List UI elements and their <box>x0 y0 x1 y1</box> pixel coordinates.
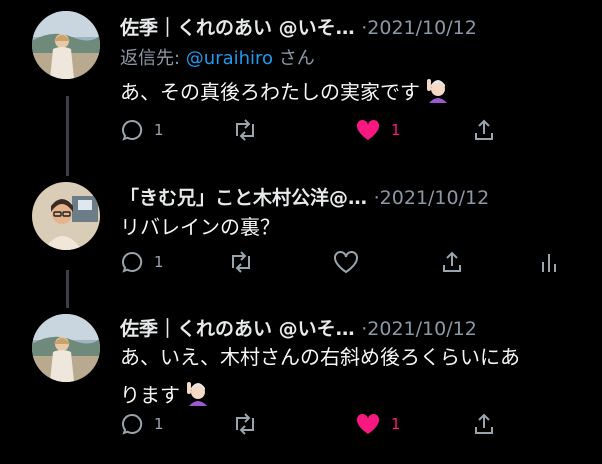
tweet-3[interactable]: 佐季｜くれのあい @いそ… ·2021/10/12 あ、いえ、木村さんの右斜め後… <box>0 300 602 464</box>
tweet-actions: 1 <box>120 250 580 280</box>
tweet-text-line: あ、いえ、木村さんの右斜め後ろくらいにあ <box>120 345 520 369</box>
tweet-date[interactable]: ·2021/10/12 <box>361 318 477 340</box>
reply-icon <box>121 251 143 273</box>
reply-count: 1 <box>154 253 164 271</box>
retweet-button[interactable] <box>232 412 258 436</box>
tweet-2[interactable]: 「きむ兄」こと木村公洋@… ·2021/10/12 リバレインの裏？ 1 <box>0 170 602 300</box>
display-name[interactable]: 佐季｜くれのあい @いそ… <box>120 17 355 39</box>
tweet-text-content: あ、その真後ろわたしの実家です <box>120 80 420 104</box>
reply-mention-link[interactable]: @uraihiro <box>186 48 273 69</box>
reply-to-suffix: さん <box>273 48 315 69</box>
tweet-text: リバレインの裏？ <box>120 208 580 246</box>
tweet-header: 「きむ兄」こと木村公洋@… ·2021/10/12 <box>120 183 489 210</box>
analytics-icon <box>542 254 556 272</box>
display-name[interactable]: 佐季｜くれのあい @いそ… <box>120 318 355 340</box>
tweet-text-content: リバレインの裏？ <box>120 215 280 239</box>
reply-count: 1 <box>154 121 164 139</box>
reply-button[interactable]: 1 <box>120 118 164 142</box>
tweet-header: 佐季｜くれのあい @いそ… ·2021/10/12 <box>120 13 477 40</box>
avatar[interactable] <box>32 182 100 250</box>
person-raising-hand-emoji-icon <box>424 77 450 103</box>
retweet-icon <box>236 119 254 141</box>
share-button[interactable] <box>440 250 464 274</box>
like-count: 1 <box>391 121 401 139</box>
tweet-date[interactable]: ·2021/10/12 <box>374 187 490 209</box>
like-button[interactable] <box>333 250 359 274</box>
display-name[interactable]: 「きむ兄」こと木村公洋@… <box>120 187 367 209</box>
person-raising-hand-emoji-icon <box>184 380 210 406</box>
tweet-text-content: ります <box>120 383 180 407</box>
heart-filled-icon <box>356 413 380 434</box>
retweet-icon <box>236 413 254 435</box>
reply-to-label: 返信先: <box>120 48 186 69</box>
share-button[interactable] <box>472 412 496 436</box>
reply-to-line: 返信先: @uraihiro さん <box>120 44 315 70</box>
tweet-header: 佐季｜くれのあい @いそ… ·2021/10/12 <box>120 314 477 341</box>
share-icon <box>475 119 493 140</box>
retweet-button[interactable] <box>228 250 254 274</box>
retweet-button[interactable] <box>232 118 258 142</box>
share-icon <box>475 413 493 434</box>
tweet-text-line: ります <box>120 376 580 414</box>
reply-icon <box>121 119 143 141</box>
retweet-icon <box>232 251 250 273</box>
share-icon <box>443 251 461 272</box>
tweet-actions: 1 1 <box>120 118 580 148</box>
avatar[interactable] <box>32 11 100 79</box>
tweet-actions: 1 1 <box>120 412 580 442</box>
reply-count: 1 <box>154 415 164 433</box>
reply-icon <box>121 413 143 435</box>
heart-filled-icon <box>356 119 380 140</box>
reply-button[interactable]: 1 <box>120 412 164 436</box>
heart-outline-icon <box>334 251 358 274</box>
tweet-1[interactable]: 佐季｜くれのあい @いそ… ·2021/10/12 返信先: @uraihiro… <box>0 0 602 160</box>
tweet-text: あ、その真後ろわたしの実家です <box>120 73 580 111</box>
tweet-date[interactable]: ·2021/10/12 <box>361 17 477 39</box>
tweet-text: あ、いえ、木村さんの右斜め後ろくらいにあ ります <box>120 338 580 414</box>
like-count: 1 <box>391 415 401 433</box>
analytics-button[interactable] <box>540 250 560 274</box>
avatar[interactable] <box>32 314 100 382</box>
like-button[interactable]: 1 <box>355 118 401 142</box>
share-button[interactable] <box>472 118 496 142</box>
like-button[interactable]: 1 <box>355 412 401 436</box>
reply-button[interactable]: 1 <box>120 250 164 274</box>
